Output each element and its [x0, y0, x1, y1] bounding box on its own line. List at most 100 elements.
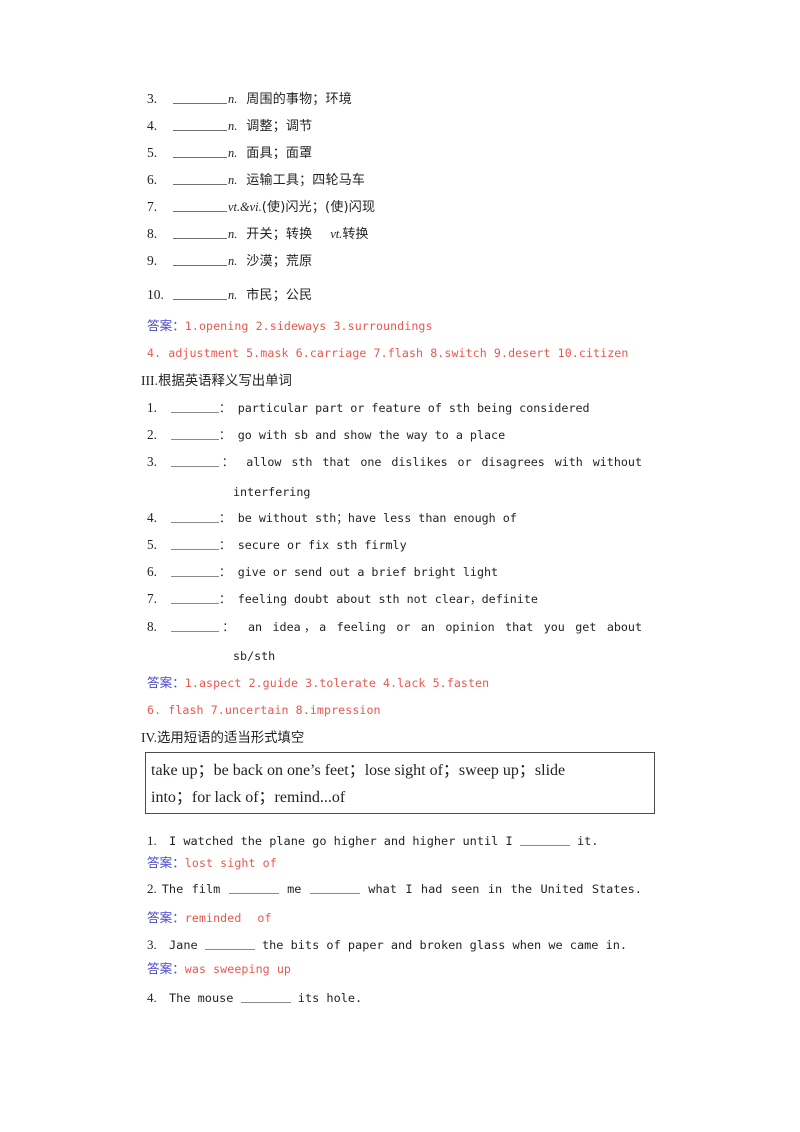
- answer-blank[interactable]: [173, 288, 227, 300]
- definition-item: 8. ： an idea，a feeling or an opinion that…: [147, 619, 642, 635]
- answer-blank[interactable]: [171, 592, 219, 604]
- definition-item: 3. ： allow sth that one dislikes or disag…: [147, 454, 642, 470]
- answer-blank[interactable]: [204, 938, 255, 950]
- definition-item: 7. ： feeling doubt about sth not clear，de…: [147, 591, 642, 607]
- definition-text: ： go with sb and show the way to a place: [219, 428, 506, 442]
- answer-values: 1.opening 2.sideways 3.surroundings: [184, 319, 433, 333]
- answer-label: 答案：: [147, 318, 185, 333]
- answer-blank[interactable]: [228, 882, 279, 894]
- answer-line: 答案：1.opening 2.sideways 3.surroundings: [147, 318, 433, 334]
- definition-number: 3.: [147, 454, 157, 469]
- answer-blank[interactable]: [173, 200, 227, 212]
- vocab-item: 5. n. 面具；面罩: [147, 145, 312, 161]
- exercise-item: 1. I watched the plane go higher and high…: [147, 833, 642, 849]
- definition-number: 4.: [147, 510, 157, 525]
- chinese-gloss: (使)闪光；(使)闪现: [261, 200, 376, 215]
- answer-blank[interactable]: [171, 565, 219, 577]
- definition-continuation: interfering: [233, 485, 311, 499]
- definition-text: ： give or send out a brief bright light: [219, 565, 499, 579]
- vocab-item-number: 5.: [147, 145, 158, 160]
- section-heading-text: 选用短语的适当形式填空: [157, 731, 305, 746]
- exercise-number: 3.: [147, 937, 157, 952]
- exercise-text-before: Jane: [169, 938, 198, 952]
- chinese-gloss: 运输工具；四轮马车: [246, 173, 366, 188]
- answer-label: 答案：: [147, 855, 185, 870]
- part-of-speech: n.: [228, 146, 238, 160]
- part-of-speech: vt.&vi.: [228, 200, 262, 214]
- definition-text: ： allow sth that one dislikes or disagre…: [219, 455, 642, 469]
- chinese-gloss: 市民；公民: [246, 288, 313, 303]
- definition-text: ： secure or fix sth firmly: [219, 538, 407, 552]
- exercise-number: 2.: [147, 881, 157, 896]
- section-heading-3: III.根据英语释义写出单词: [141, 373, 292, 389]
- answer-blank[interactable]: [173, 254, 227, 266]
- chinese-gloss: 调整；调节: [246, 119, 313, 134]
- answer-values: 4. adjustment 5.mask 6.carriage 7.flash …: [147, 346, 629, 360]
- chinese-gloss: 沙漠；荒原: [246, 254, 313, 269]
- exercise-text-before: I watched the plane go higher and higher…: [169, 834, 513, 848]
- definition-number: 1.: [147, 400, 157, 415]
- answer-line: 答案：reminded of: [147, 910, 272, 926]
- part-of-speech: n.: [228, 173, 238, 187]
- definition-number: 6.: [147, 564, 157, 579]
- vocab-item: 8. n. 开关；转换 vt.转换: [147, 226, 369, 242]
- definition-item: 1. ： particular part or feature of sth be…: [147, 400, 642, 416]
- answer-values: was sweeping up: [184, 962, 291, 976]
- vocab-item: 10. n. 市民；公民: [147, 287, 312, 303]
- document-page: 3. n. 周围的事物；环境 4. n. 调整；调节 5. n. 面具；面罩 6. n. 运输工…: [0, 0, 800, 1132]
- definition-text: ： particular part or feature of sth bein…: [219, 401, 590, 415]
- answer-line: 答案：lost sight of: [147, 855, 277, 871]
- definition-number: 8.: [147, 619, 157, 634]
- exercise-number: 1.: [147, 833, 157, 848]
- answer-blank[interactable]: [171, 428, 219, 440]
- answer-blank[interactable]: [171, 455, 219, 467]
- phrase-bank-line: take up；be back on one’s feet；lose sight…: [151, 762, 566, 779]
- answer-blank[interactable]: [173, 173, 227, 185]
- answer-blank[interactable]: [171, 620, 219, 632]
- answer-line: 4. adjustment 5.mask 6.carriage 7.flash …: [147, 346, 628, 360]
- answer-line: 6. flash 7.uncertain 8.impression: [147, 703, 381, 717]
- exercise-text-before: The film: [161, 882, 221, 896]
- exercise-text-after: its hole.: [297, 991, 363, 1005]
- answer-blank[interactable]: [171, 511, 219, 523]
- vocab-item: 3. n. 周围的事物；环境: [147, 91, 352, 107]
- answer-values: reminded of: [185, 911, 272, 925]
- answer-line: 答案：1.aspect 2.guide 3.tolerate 4.lack 5.…: [147, 676, 490, 691]
- answer-blank[interactable]: [171, 538, 219, 550]
- chinese-gloss: 面具；面罩: [246, 146, 313, 161]
- part-of-speech: n.: [228, 288, 238, 302]
- answer-blank[interactable]: [173, 92, 227, 104]
- exercise-number: 4.: [147, 990, 157, 1005]
- part-of-speech: n.: [228, 119, 238, 133]
- answer-blank[interactable]: [173, 146, 227, 158]
- answer-blank[interactable]: [240, 991, 291, 1003]
- answer-values: 1.aspect 2.guide 3.tolerate 4.lack 5.fas…: [184, 676, 490, 690]
- answer-blank[interactable]: [173, 227, 227, 239]
- answer-blank[interactable]: [171, 401, 219, 413]
- exercise-text-before: The mouse: [169, 991, 234, 1005]
- vocab-item: 7. vt.&vi.(使)闪光；(使)闪现: [147, 199, 375, 215]
- definition-text: ： feeling doubt about sth not clear，defi…: [219, 592, 538, 606]
- vocab-item-number: 7.: [147, 199, 158, 214]
- vocab-item: 4. n. 调整；调节: [147, 118, 312, 134]
- vocab-item-number: 3.: [147, 91, 158, 106]
- chinese-gloss: 周围的事物；环境: [246, 92, 352, 107]
- part-of-speech: n.: [228, 254, 238, 268]
- definition-number: 2.: [147, 427, 157, 442]
- exercise-text-after: it.: [576, 834, 599, 848]
- definition-number: 7.: [147, 591, 157, 606]
- answer-part-2: of: [257, 911, 272, 925]
- exercise-item: 4. The mouse its hole.: [147, 990, 642, 1006]
- answer-label: 答案：: [147, 910, 185, 925]
- definition-item: 5. ： secure or fix sth firmly: [147, 538, 642, 553]
- exercise-item: 2. The film me what I had seen in the Uni…: [147, 881, 642, 897]
- phrase-bank-line: into；for lack of；remind...of: [151, 789, 346, 806]
- vocab-item-number: 9.: [147, 253, 158, 268]
- phrase-bank-box: take up；be back on one’s feet；lose sight…: [145, 752, 655, 814]
- answer-blank[interactable]: [173, 119, 227, 131]
- answer-blank[interactable]: [309, 882, 360, 894]
- chinese-gloss-secondary: 转换: [342, 227, 369, 242]
- answer-blank[interactable]: [519, 834, 570, 846]
- section-numeral: III: [141, 373, 155, 388]
- section-heading-text: 根据英语释义写出单词: [158, 374, 292, 389]
